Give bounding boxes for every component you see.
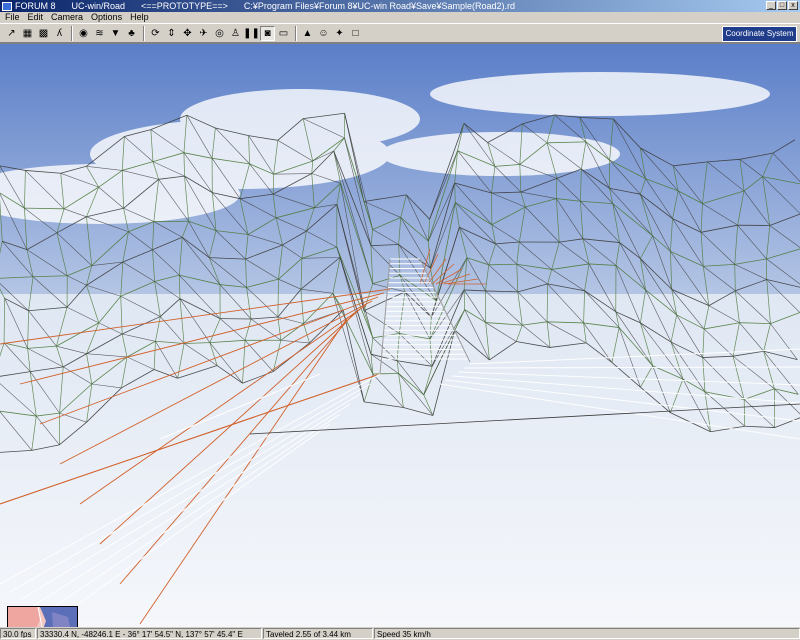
globe-icon[interactable]: ◉ xyxy=(76,26,91,41)
coordinate-system-badge[interactable]: Coordinate System 0 xyxy=(722,26,797,52)
move-icon[interactable]: ✥ xyxy=(180,26,195,41)
traveled-readout: Taveled 2.55 of 3.44 km xyxy=(263,628,373,639)
person-icon[interactable]: ☺ xyxy=(316,26,331,41)
menu-camera[interactable]: Camera xyxy=(47,12,87,23)
toolbar-buttons: ↗ ▦ ▩ ʎ ◉ ≋ ▼ ♣ ⟳ ⇕ ✥ ✈ ◎ ♙ ❚❚ ◙ ▭ ▲ ☺ ✦ □ xyxy=(4,25,364,41)
minimap[interactable] xyxy=(7,606,78,627)
title-file-path: C:¥Program Files¥Forum 8¥UC-win Road¥Sav… xyxy=(243,1,516,11)
pen-icon[interactable]: ʎ xyxy=(52,26,67,41)
status-bar: 30.0 fps 33330.4 N, -48246.1 E - 36° 17'… xyxy=(0,627,800,640)
hand-up-icon[interactable]: ⇕ xyxy=(164,26,179,41)
toolbar-separator xyxy=(295,25,297,41)
minimize-button[interactable]: _ xyxy=(766,1,776,10)
window-controls: _ □ x xyxy=(766,1,798,10)
title-app: UC-win/Road xyxy=(71,1,126,11)
title-edition: <==PROTOTYPE==> xyxy=(141,1,228,11)
pause-icon[interactable]: ❚❚ xyxy=(243,26,260,41)
scene-canvas[interactable] xyxy=(0,44,800,627)
disabled-icon[interactable]: □ xyxy=(348,26,363,41)
menu-file[interactable]: File xyxy=(0,12,24,23)
run-icon[interactable]: ✦ xyxy=(332,26,347,41)
toolbar-separator xyxy=(143,25,145,41)
toolbar-separator xyxy=(71,25,73,41)
toolbar: ↗ ▦ ▩ ʎ ◉ ≋ ▼ ♣ ⟳ ⇕ ✥ ✈ ◎ ♙ ❚❚ ◙ ▭ ▲ ☺ ✦ □ Coordinate System… xyxy=(0,23,800,52)
car-icon[interactable]: ◙ xyxy=(260,25,275,41)
position-readout: 33330.4 N, -48246.1 E - 36° 17' 54.5" N,… xyxy=(37,628,262,639)
title-bar: FORUM 8 UC-win/Road <==PROTOTYPE==> C:¥P… xyxy=(0,0,800,12)
tree-icon[interactable]: ♣ xyxy=(124,26,139,41)
plan-view-icon[interactable]: ▦ xyxy=(20,26,35,41)
menu-options[interactable]: Options xyxy=(87,12,126,23)
terrain-grid-icon[interactable]: ▩ xyxy=(36,26,51,41)
camera-icon[interactable]: ◎ xyxy=(212,26,227,41)
rotate-icon[interactable]: ⟳ xyxy=(148,26,163,41)
landscape-icon[interactable]: ▲ xyxy=(300,26,315,41)
menu-edit[interactable]: Edit xyxy=(24,12,48,23)
menu-help[interactable]: Help xyxy=(126,12,153,23)
menu-bar: File Edit Camera Options Help xyxy=(0,12,800,23)
title-company: FORUM 8 xyxy=(15,1,56,11)
water-icon[interactable]: ≋ xyxy=(92,26,107,41)
sign-icon[interactable]: ▼ xyxy=(108,26,123,41)
road-edit-icon[interactable]: ↗ xyxy=(4,26,19,41)
fly-icon[interactable]: ✈ xyxy=(196,26,211,41)
fps-readout: 30.0 fps xyxy=(0,628,36,639)
close-button[interactable]: x xyxy=(788,1,798,10)
walk-icon[interactable]: ♙ xyxy=(228,26,243,41)
maximize-button[interactable]: □ xyxy=(777,1,787,10)
speed-readout: Speed 35 km/h xyxy=(374,628,800,639)
bus-icon[interactable]: ▭ xyxy=(276,26,291,41)
app-icon xyxy=(2,1,12,11)
3d-viewport[interactable] xyxy=(0,43,800,627)
